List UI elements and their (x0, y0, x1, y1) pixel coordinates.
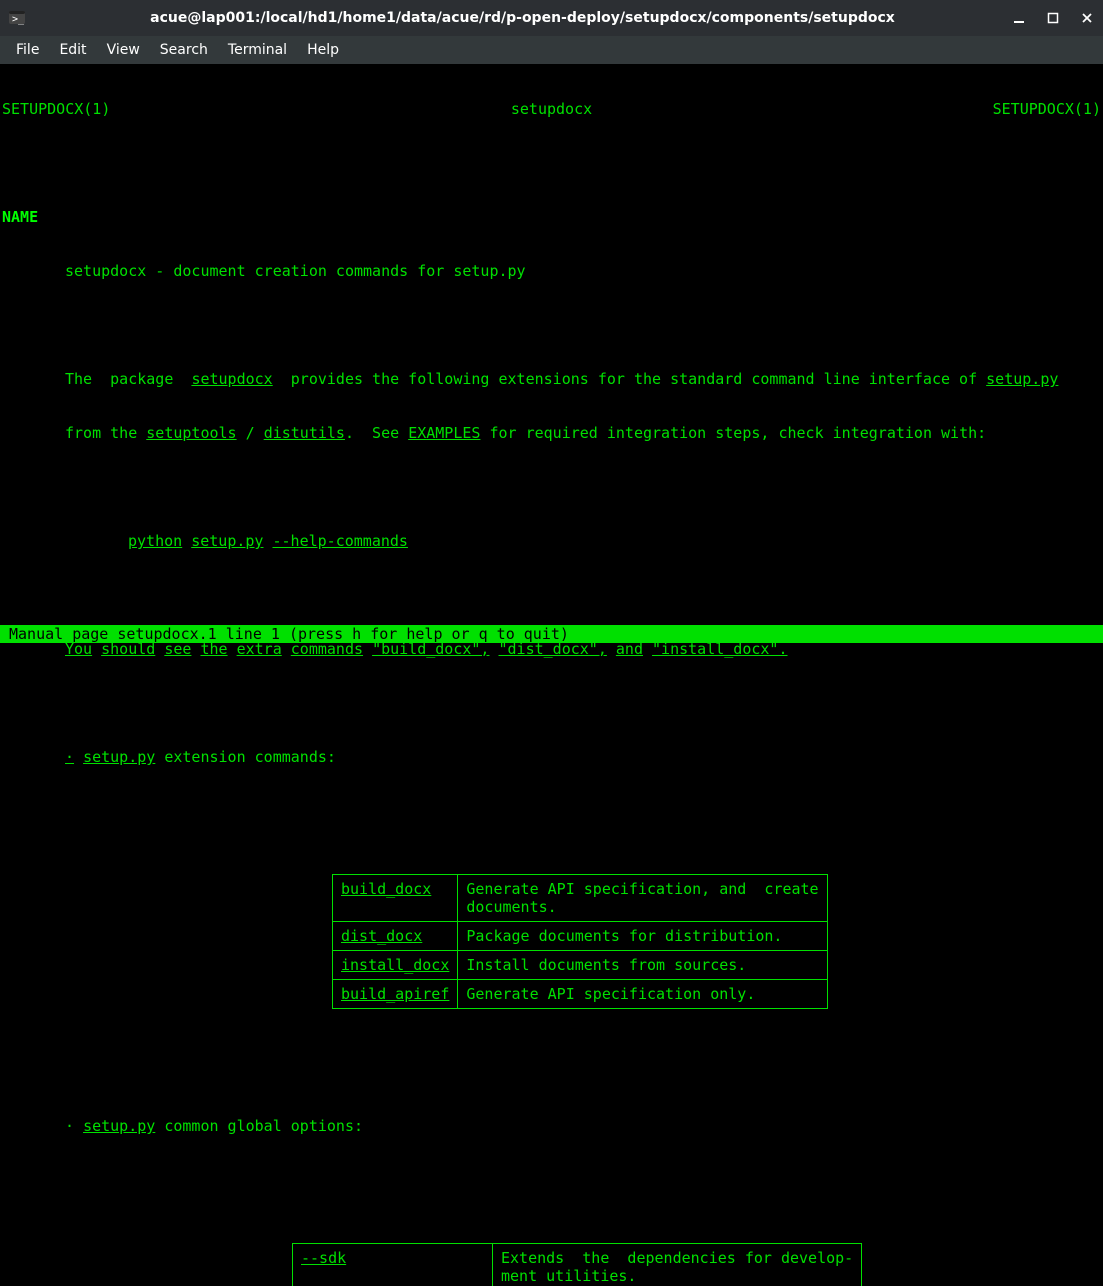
opt-desc: Extends the dependencies for develop- me… (501, 1249, 853, 1285)
bullet-extension-commands: · setup.py extension commands: (2, 748, 1101, 766)
bullet-global-options: · setup.py common global options: (2, 1117, 1101, 1135)
table-row: build_apiref Generate API specification … (333, 980, 828, 1009)
window-titlebar: >_ acue@lap001:/local/hd1/home1/data/acu… (0, 0, 1103, 36)
link-setuptools: setuptools (146, 424, 236, 442)
manpage-header: SETUPDOCX(1) setupdocx SETUPDOCX(1) (2, 100, 1101, 118)
cmd-python: python (128, 532, 182, 550)
menu-bar: File Edit View Search Terminal Help (0, 36, 1103, 64)
menu-view[interactable]: View (97, 42, 150, 58)
link-setup-py: setup.py (986, 370, 1058, 388)
name-line: setupdocx - document creation commands f… (2, 262, 1101, 280)
menu-edit[interactable]: Edit (49, 42, 96, 58)
cmd-dist-docx: dist_docx (341, 927, 422, 945)
text: The package (65, 370, 191, 388)
terminal-app-icon: >_ (8, 9, 26, 27)
svg-text:>_: >_ (12, 14, 25, 25)
table-row: build_docx Generate API specification, a… (333, 875, 828, 922)
cmd-build-apiref: build_apiref (341, 985, 449, 1003)
cmd-desc: Generate API specification, and create d… (466, 880, 818, 916)
cmd-setup-py: setup.py (191, 532, 263, 550)
manpage-header-left: SETUPDOCX(1) (2, 100, 110, 118)
cmd-desc: Generate API specification only. (466, 985, 755, 1003)
text: . See (345, 424, 408, 442)
menu-terminal[interactable]: Terminal (218, 42, 297, 58)
extension-commands-table: build_docx Generate API specification, a… (332, 874, 828, 1009)
cmd-install-docx: install_docx (341, 956, 449, 974)
minimize-button[interactable] (1011, 10, 1027, 26)
text: for required integration steps, check in… (480, 424, 986, 442)
maximize-button[interactable] (1045, 10, 1061, 26)
desc-paragraph-2: from the setuptools / distutils. See EXA… (2, 424, 1101, 442)
menu-file[interactable]: File (6, 42, 49, 58)
man-status-bar: Manual page setupdocx.1 line 1 (press h … (0, 625, 1103, 643)
bullet-dot-icon: · (65, 748, 74, 766)
link-setup-py: setup.py (83, 748, 155, 766)
manpage-header-center: setupdocx (110, 100, 992, 118)
cmd-build-docx: build_docx (341, 880, 431, 898)
terminal-viewport[interactable]: SETUPDOCX(1) setupdocx SETUPDOCX(1) NAME… (0, 64, 1103, 1286)
text: extension commands: (155, 748, 336, 766)
window-title: acue@lap001:/local/hd1/home1/data/acue/r… (34, 10, 1011, 26)
text: common global options: (155, 1117, 363, 1135)
global-options-table: --sdk Extends the dependencies for devel… (292, 1243, 862, 1286)
table-row: --sdk Extends the dependencies for devel… (293, 1244, 862, 1286)
manpage-header-right: SETUPDOCX(1) (993, 100, 1101, 118)
desc-paragraph-1: The package setupdocx provides the follo… (2, 370, 1101, 388)
text: from the (65, 424, 146, 442)
link-setupdocx: setupdocx (191, 370, 272, 388)
cmd-desc: Package documents for distribution. (466, 927, 782, 945)
menu-search[interactable]: Search (150, 42, 218, 58)
bullet-dot-icon: · (65, 1117, 83, 1135)
cmd-desc: Install documents from sources. (466, 956, 746, 974)
opt-sdk: --sdk (301, 1249, 346, 1267)
table-row: dist_docx Package documents for distribu… (333, 922, 828, 951)
link-distutils: distutils (264, 424, 345, 442)
text: provides the following extensions for th… (273, 370, 986, 388)
table-row: install_docx Install documents from sour… (333, 951, 828, 980)
cmd-help-commands: --help-commands (273, 532, 408, 550)
menu-help[interactable]: Help (297, 42, 349, 58)
status-text: Manual page setupdocx.1 line 1 (press h … (9, 625, 569, 643)
close-button[interactable] (1079, 10, 1095, 26)
section-name-heading: NAME (2, 208, 1101, 226)
link-examples: EXAMPLES (408, 424, 480, 442)
command-example: python setup.py --help-commands (2, 532, 1101, 550)
text: / (237, 424, 264, 442)
link-setup-py: setup.py (83, 1117, 155, 1135)
